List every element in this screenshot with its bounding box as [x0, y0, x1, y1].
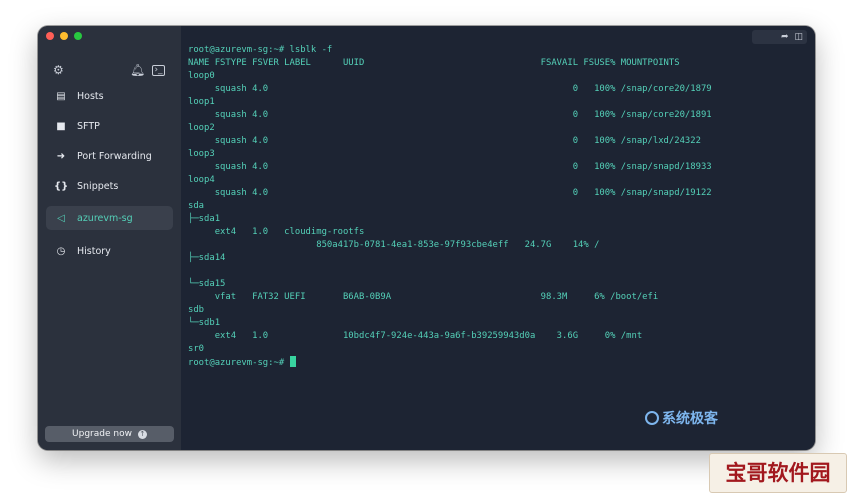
terminal-line: squash 4.0 0 100% /snap/core20/1891 [188, 110, 712, 120]
terminal-prompt-line: root@azurevm-sg:~# [188, 356, 712, 369]
app-window: ⚙ 🔔︎ ›_ ▤ Hosts ■ SFTP ➜ Port Forwarding… [38, 26, 815, 450]
forward-arrow-icon: ➜ [56, 150, 66, 162]
terminal-line: └─sdb1 [188, 318, 221, 328]
terminal-line: loop4 [188, 175, 215, 185]
sidebar-item-label: Hosts [77, 90, 104, 102]
bell-icon[interactable]: 🔔︎ [130, 63, 145, 77]
terminal-line: ext4 1.0 10bdc4f7-924e-443a-9a6f-b392599… [188, 331, 643, 341]
sidebar-item-hosts[interactable]: ▤ Hosts [46, 84, 173, 108]
folder-icon: ■ [56, 120, 66, 132]
terminal-line: └─sda15 [188, 279, 226, 289]
maximize-window-button[interactable] [74, 32, 82, 40]
terminal-cursor [289, 356, 296, 367]
sidebar-item-label: azurevm-sg [77, 212, 133, 224]
terminal-pane[interactable]: ➦ ◫ root@azurevm-sg:~# lsblk -f NAME FSTY… [181, 26, 815, 450]
sidebar-toolbar: ⚙ 🔔︎ ›_ [53, 63, 167, 77]
sidebar-item-history[interactable]: ◷ History [46, 239, 173, 263]
watermark-badge: 宝哥软件园 [709, 453, 847, 493]
hosts-icon: ▤ [56, 90, 66, 102]
terminal-line: loop2 [188, 123, 215, 133]
sidebar-item-label: SFTP [77, 120, 100, 132]
terminal-line: 850a417b-0781-4ea1-853e-97f93cbe4eff 24.… [188, 240, 600, 250]
terminal-line: loop1 [188, 97, 215, 107]
terminal-line: ext4 1.0 cloudimg-rootfs [188, 227, 365, 237]
split-view-icon[interactable]: ◫ [794, 32, 803, 42]
terminal-line: root@azurevm-sg:~# lsblk -f [188, 45, 333, 55]
sidebar: ⚙ 🔔︎ ›_ ▤ Hosts ■ SFTP ➜ Port Forwarding… [38, 26, 181, 450]
terminal-line: vfat FAT32 UEFI B6AB-0B9A 98.3M 6% /boot… [188, 292, 659, 302]
terminal-icon: ◁ [57, 212, 65, 224]
sidebar-item-label: Snippets [77, 180, 119, 192]
upgrade-button[interactable]: Upgrade now ↑ [45, 426, 174, 442]
terminal-prompt: root@azurevm-sg:~# [188, 358, 290, 368]
sidebar-item-label: History [77, 245, 111, 257]
terminal-line: sdb [188, 305, 205, 315]
terminal-line: ├─sda14 [188, 253, 226, 263]
upgrade-label: Upgrade now [72, 429, 132, 439]
watermark-circle-icon [645, 411, 659, 425]
terminal-line: squash 4.0 0 100% /snap/snapd/19122 [188, 188, 712, 198]
terminal-line: loop0 [188, 71, 215, 81]
terminal-output: root@azurevm-sg:~# lsblk -f NAME FSTYPE F… [188, 44, 712, 369]
share-icon[interactable]: ➦ [781, 32, 789, 42]
sidebar-item-sftp[interactable]: ■ SFTP [46, 114, 173, 138]
terminal-line: sr0 [188, 344, 205, 354]
terminal-line: NAME FSTYPE FSVER LABEL UUID FSAVAIL FSU… [188, 58, 680, 68]
clock-icon: ◷ [56, 245, 66, 257]
terminal-line: squash 4.0 0 100% /snap/core20/1879 [188, 84, 712, 94]
arrow-up-icon: ↑ [137, 429, 147, 439]
close-window-button[interactable] [46, 32, 54, 40]
terminal-toolbar: ➦ ◫ [752, 30, 807, 44]
sidebar-item-label: Port Forwarding [77, 150, 152, 162]
sidebar-item-azurevm-sg[interactable]: ◁ azurevm-sg [46, 206, 173, 230]
terminal-line: loop3 [188, 149, 215, 159]
sidebar-item-port-forwarding[interactable]: ➜ Port Forwarding [46, 144, 173, 168]
terminal-line: squash 4.0 0 100% /snap/lxd/24322 [188, 136, 701, 146]
window-controls [46, 32, 82, 40]
terminal-line: sda [188, 201, 205, 211]
terminal-line: ├─sda1 [188, 214, 221, 224]
gear-icon[interactable]: ⚙ [53, 63, 64, 77]
watermark-logo: 系统极客 [645, 408, 718, 428]
watermark-text: 系统极客 [662, 411, 718, 427]
sidebar-item-snippets[interactable]: {} Snippets [46, 174, 173, 198]
minimize-window-button[interactable] [60, 32, 68, 40]
terminal-window-icon[interactable]: ›_ [152, 65, 165, 76]
terminal-line: squash 4.0 0 100% /snap/snapd/18933 [188, 162, 712, 172]
braces-icon: {} [54, 180, 69, 192]
